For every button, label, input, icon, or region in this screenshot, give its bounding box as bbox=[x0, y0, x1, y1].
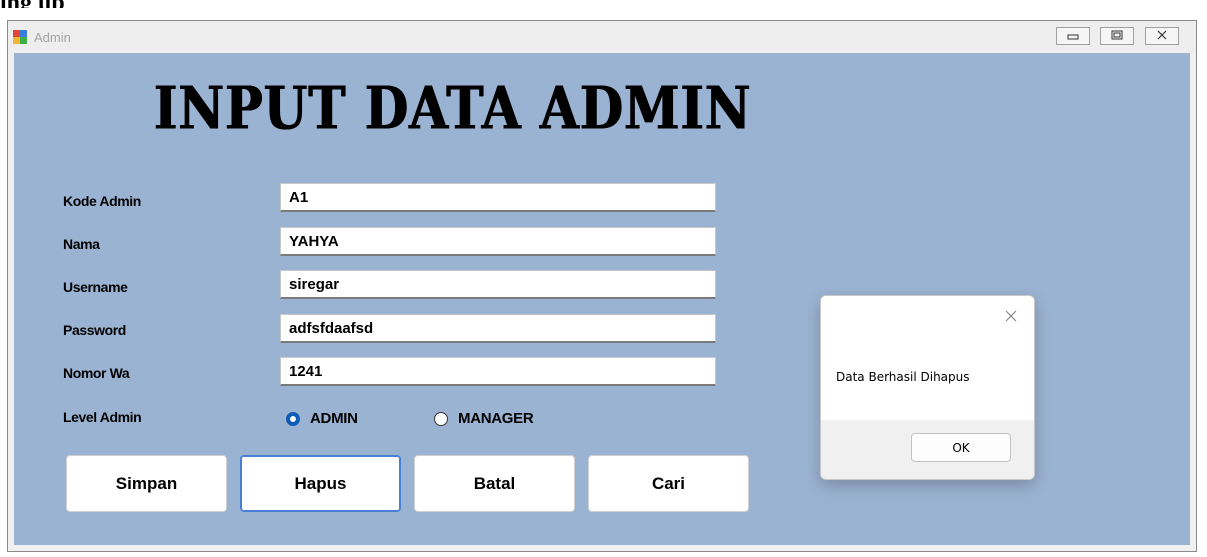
admin-window: Admin INPUT DATA ADMIN Kode Admin Nama U… bbox=[7, 20, 1197, 552]
close-button[interactable] bbox=[1145, 27, 1179, 45]
cari-button[interactable]: Cari bbox=[588, 455, 749, 512]
minimize-button[interactable] bbox=[1056, 27, 1090, 45]
label-nomor-wa: Nomor Wa bbox=[63, 365, 130, 381]
username-input[interactable] bbox=[280, 270, 716, 299]
dialog-footer: OK bbox=[821, 420, 1034, 479]
radio-admin[interactable]: ADMIN bbox=[286, 410, 358, 427]
maximize-icon bbox=[1111, 27, 1123, 45]
title-bar[interactable]: Admin bbox=[8, 21, 1196, 53]
minimize-icon bbox=[1067, 27, 1079, 45]
ok-button[interactable]: OK bbox=[911, 433, 1011, 462]
label-password: Password bbox=[63, 322, 126, 338]
kode-admin-input[interactable] bbox=[280, 183, 716, 212]
batal-button[interactable]: Batal bbox=[414, 455, 575, 512]
app-icon bbox=[12, 29, 28, 45]
form-heading: INPUT DATA ADMIN bbox=[154, 73, 752, 143]
radio-manager-label: MANAGER bbox=[458, 410, 534, 427]
dialog-message: Data Berhasil Dihapus bbox=[836, 370, 970, 384]
window-title: Admin bbox=[34, 30, 71, 45]
nomor-wa-input[interactable] bbox=[280, 357, 716, 386]
label-level-admin: Level Admin bbox=[63, 409, 142, 425]
dialog-body: Data Berhasil Dihapus bbox=[821, 338, 1034, 420]
radio-unselected-indicator bbox=[434, 411, 448, 426]
radio-admin-label: ADMIN bbox=[310, 410, 358, 427]
label-kode-admin: Kode Admin bbox=[63, 193, 141, 209]
radio-selected-indicator bbox=[286, 411, 300, 426]
close-icon bbox=[1156, 27, 1168, 45]
message-box-dialog: Data Berhasil Dihapus OK bbox=[820, 295, 1035, 480]
page-heading-fragment: ing up bbox=[0, 0, 300, 8]
dialog-close-icon[interactable] bbox=[1004, 309, 1018, 323]
radio-manager[interactable]: MANAGER bbox=[434, 410, 534, 427]
password-input[interactable] bbox=[280, 314, 716, 343]
nama-input[interactable] bbox=[280, 227, 716, 256]
maximize-button[interactable] bbox=[1100, 27, 1134, 45]
label-nama: Nama bbox=[63, 236, 100, 252]
dialog-header[interactable] bbox=[821, 296, 1034, 338]
label-username: Username bbox=[63, 279, 128, 295]
hapus-button[interactable]: Hapus bbox=[240, 455, 401, 512]
simpan-button[interactable]: Simpan bbox=[66, 455, 227, 512]
